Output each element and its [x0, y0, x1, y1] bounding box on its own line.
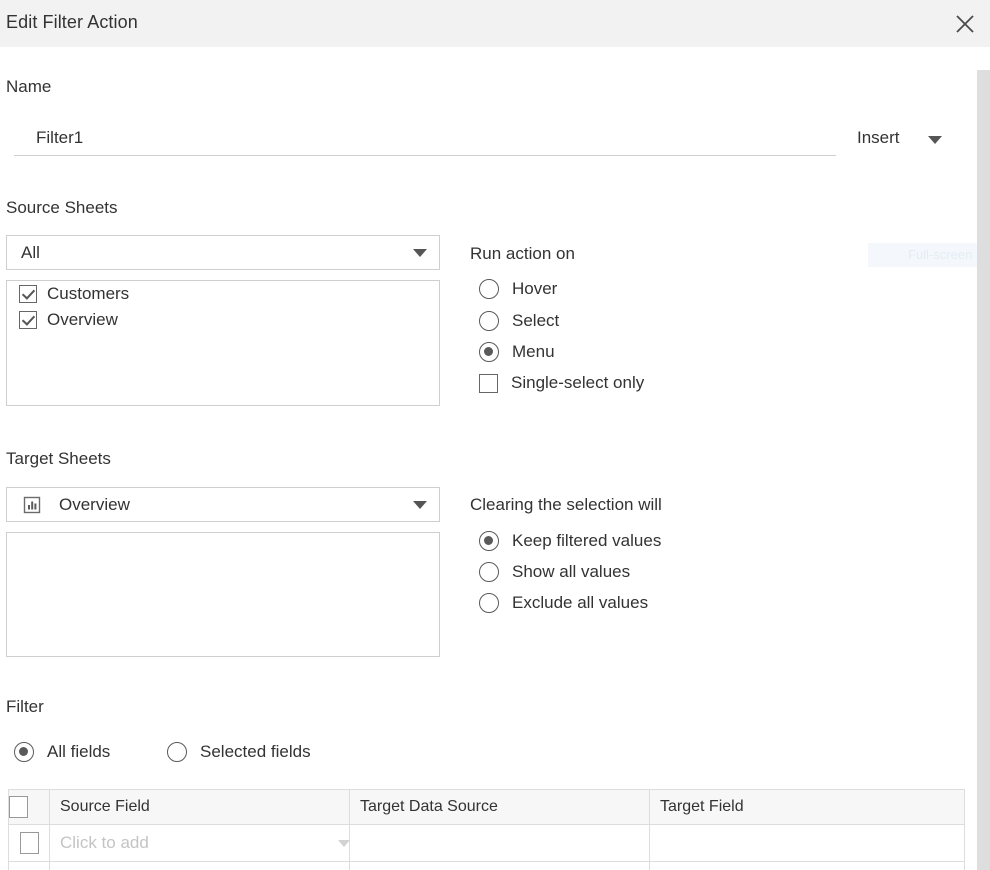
radio-icon[interactable]: [479, 342, 499, 362]
radio-show-all-values[interactable]: Show all values: [479, 562, 630, 582]
radio-icon[interactable]: [167, 742, 187, 762]
chevron-down-icon: [413, 248, 427, 257]
source-sheets-listbox[interactable]: Customers Overview: [6, 280, 440, 406]
radio-run-action-hover[interactable]: Hover: [479, 279, 557, 299]
radio-label: All fields: [47, 742, 111, 761]
row-source-field-cell[interactable]: Click to add: [49, 824, 350, 862]
table-header-select-all[interactable]: [8, 789, 50, 825]
table-row[interactable]: Click to add: [8, 824, 965, 862]
checkbox-single-select-only[interactable]: Single-select only: [479, 373, 644, 393]
row-checkbox-cell[interactable]: [8, 824, 50, 862]
radio-run-action-select[interactable]: Select: [479, 311, 559, 331]
list-item-label: Customers: [47, 284, 130, 303]
chevron-down-icon: [413, 500, 427, 509]
row-target-field-cell[interactable]: [649, 861, 965, 870]
insert-button[interactable]: Insert: [857, 128, 900, 148]
radio-icon[interactable]: [479, 562, 499, 582]
radio-icon[interactable]: [479, 531, 499, 551]
target-sheets-label: Target Sheets: [6, 449, 111, 468]
dialog-titlebar: Edit Filter Action: [0, 0, 990, 47]
list-item[interactable]: Customers: [7, 281, 439, 307]
radio-label: Hover: [512, 279, 558, 298]
list-item-label: Overview: [47, 310, 118, 329]
radio-label: Selected fields: [200, 742, 311, 761]
target-sheets-listbox[interactable]: [6, 532, 440, 657]
list-item[interactable]: Overview: [7, 307, 439, 333]
close-icon[interactable]: [950, 9, 980, 39]
radio-exclude-all-values[interactable]: Exclude all values: [479, 593, 648, 613]
click-to-add-label: Click to add: [60, 833, 149, 852]
click-to-add-dropdown[interactable]: Click to add: [60, 833, 350, 853]
radio-label: Show all values: [512, 562, 631, 581]
checkbox-label: Single-select only: [511, 373, 645, 392]
target-sheets-dropdown-value: Overview: [59, 494, 130, 514]
name-input[interactable]: [14, 124, 836, 156]
dialog-title: Edit Filter Action: [6, 12, 138, 32]
source-sheets-dropdown[interactable]: All: [6, 235, 440, 270]
edit-filter-action-dialog: Edit Filter Action Full-screen S Name In…: [0, 0, 990, 870]
radio-label: Select: [512, 311, 560, 330]
filter-section-label: Filter: [6, 697, 44, 716]
name-section-label: Name: [6, 77, 52, 96]
source-sheets-label: Source Sheets: [6, 198, 118, 217]
radio-icon[interactable]: [479, 311, 499, 331]
run-action-on-label: Run action on: [470, 244, 575, 263]
target-sheets-dropdown[interactable]: Overview: [6, 487, 440, 522]
table-row[interactable]: [8, 861, 965, 870]
table-header-target-data-source: Target Data Source: [349, 789, 650, 825]
radio-label: Exclude all values: [512, 593, 649, 612]
table-header-row: Source Field Target Data Source Target F…: [8, 789, 965, 825]
row-target-data-source-cell[interactable]: [349, 824, 650, 862]
chevron-down-icon[interactable]: [928, 136, 942, 144]
background-tooltip: Full-screen S: [868, 243, 990, 267]
chevron-down-icon: [338, 840, 350, 847]
checkbox-icon[interactable]: [9, 796, 28, 818]
radio-icon[interactable]: [479, 593, 499, 613]
row-target-data-source-cell[interactable]: [349, 861, 650, 870]
row-target-field-cell[interactable]: [649, 824, 965, 862]
row-checkbox-cell[interactable]: [8, 861, 50, 870]
table-header-target-field: Target Field: [649, 789, 965, 825]
radio-icon[interactable]: [479, 279, 499, 299]
clearing-selection-label: Clearing the selection will: [470, 495, 662, 514]
radio-selected-fields[interactable]: Selected fields: [167, 742, 311, 762]
filter-fields-table: Source Field Target Data Source Target F…: [8, 789, 965, 870]
source-sheets-dropdown-value: All: [21, 242, 40, 262]
table-header-source-field: Source Field: [49, 789, 350, 825]
checkbox-icon[interactable]: [19, 285, 37, 303]
worksheet-icon: [23, 496, 41, 514]
radio-run-action-menu[interactable]: Menu: [479, 342, 555, 362]
vertical-scrollbar[interactable]: [977, 70, 990, 870]
checkbox-icon[interactable]: [19, 311, 37, 329]
radio-icon[interactable]: [14, 742, 34, 762]
row-source-field-cell[interactable]: [49, 861, 350, 870]
checkbox-icon[interactable]: [479, 373, 498, 393]
radio-all-fields[interactable]: All fields: [14, 742, 110, 762]
checkbox-icon[interactable]: [19, 832, 39, 854]
radio-label: Keep filtered values: [512, 531, 662, 550]
radio-keep-filtered-values[interactable]: Keep filtered values: [479, 531, 661, 551]
radio-label: Menu: [512, 342, 555, 361]
